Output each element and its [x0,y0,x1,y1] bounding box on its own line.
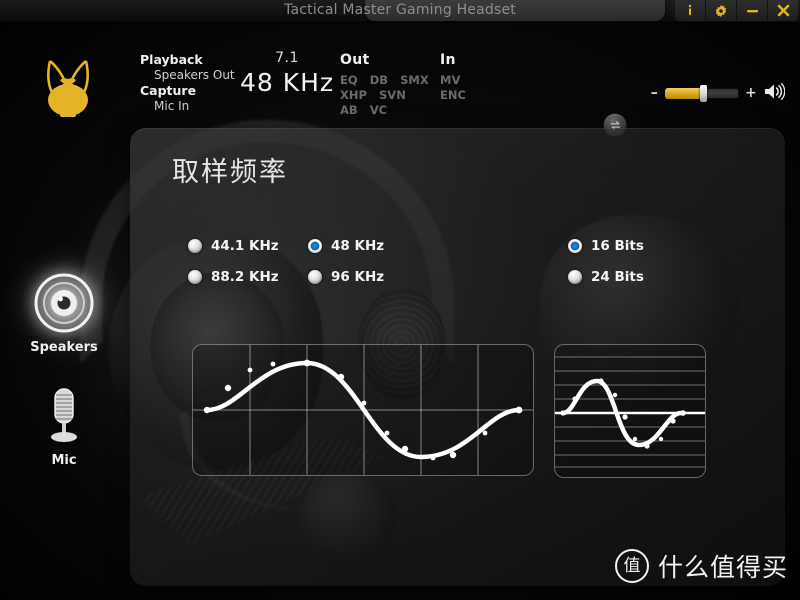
radio-label: 48 KHz [331,238,385,254]
volume-decrease-button[interactable]: – [650,85,659,101]
radio-label: 88.2 KHz [211,269,279,285]
radio-indicator-selected [308,239,322,253]
sidebar-label-speakers: Speakers [30,340,98,355]
out-tag-vc[interactable]: VC [370,103,387,117]
radio-label: 16 Bits [591,238,644,254]
watermark-badge: 值 [614,549,649,583]
title-bar: Tactical Master Gaming Headset [0,0,800,23]
playback-label: Playback [140,52,203,67]
speaker-icon [14,270,114,336]
close-icon [777,4,789,17]
radio-48-khz[interactable]: 48 KHz [308,238,428,254]
dog-head-logo [27,44,109,124]
minimize-icon [746,9,758,12]
io-status-cluster: Playback Speakers Out Capture Mic In [140,52,235,114]
in-tag-mv[interactable]: MV [440,73,460,87]
volume-control: – + [650,82,786,104]
channel-config-value: 7.1 [275,50,299,66]
header-bar: Playback Speakers Out Capture Mic In 7.1… [0,22,800,136]
main-panel: 取样频率 44.1 KHz 48 KHz 88.2 KHz 96 KHz 16 … [130,128,785,586]
out-label: Out [340,52,370,68]
sample-rate-waveform [192,344,534,476]
radio-indicator [188,270,202,284]
minimize-button[interactable] [736,0,767,21]
radio-indicator [188,239,202,253]
gear-icon [715,4,727,17]
radio-16-bits[interactable]: 16 Bits [568,238,688,254]
application-window: Tactical Master Gaming Headset Playback … [0,0,800,600]
bit-depth-waveform [554,344,706,478]
radio-indicator [568,270,582,284]
info-button[interactable] [675,0,705,21]
radio-24-bits[interactable]: 24 Bits [568,269,688,285]
settings-button[interactable] [705,0,736,21]
page-title: 取样频率 [172,157,288,188]
radio-44-1-khz[interactable]: 44.1 KHz [188,238,308,254]
out-tag-xhp[interactable]: XHP [340,88,367,102]
volume-slider-handle[interactable] [699,84,707,102]
sidebar-label-mic: Mic [51,453,77,468]
device-rail: Speakers Mic [14,270,114,496]
capture-label: Capture [140,83,197,98]
sample-rate-value: 48 KHz [239,68,335,97]
volume-slider[interactable] [664,84,739,102]
radio-label: 96 KHz [331,269,385,285]
radio-96-khz[interactable]: 96 KHz [308,269,428,285]
out-tag-ab[interactable]: AB [340,103,358,117]
radio-indicator [308,270,322,284]
out-tag-smx[interactable]: SMX [400,73,429,87]
playback-value: Speakers Out [154,68,235,82]
bit-depth-radio-group: 16 Bits 24 Bits [568,238,688,285]
radio-label: 44.1 KHz [211,238,279,254]
sidebar-item-mic[interactable]: Mic [14,383,114,468]
sample-rate-display: 7.1 48 KHz [232,50,342,97]
speaker-volume-icon[interactable] [764,82,786,104]
info-icon [688,4,692,16]
radio-label: 24 Bits [591,269,644,285]
microphone-icon [14,383,114,449]
radio-indicator-selected [568,239,582,253]
volume-increase-button[interactable]: + [745,85,757,101]
volume-fill [664,87,704,99]
in-tag-enc[interactable]: ENC [440,88,466,102]
out-effects-column: Out EQ DB SMX XHP SVN AB VC [340,52,436,117]
watermark: 值 什么值得买 [614,548,788,584]
radio-88-2-khz[interactable]: 88.2 KHz [188,269,308,285]
watermark-text: 什么值得买 [657,553,788,582]
sidebar-item-speakers[interactable]: Speakers [14,270,114,355]
in-label: In [440,52,456,68]
in-effects-column: In MV ENC [440,52,473,102]
out-tag-eq[interactable]: EQ [340,73,358,87]
sample-rate-radio-group: 44.1 KHz 48 KHz 88.2 KHz 96 KHz [188,238,488,285]
capture-value: Mic In [154,99,190,113]
out-tag-svn[interactable]: SVN [379,88,406,102]
close-button[interactable] [767,0,798,21]
window-controls [675,0,798,21]
